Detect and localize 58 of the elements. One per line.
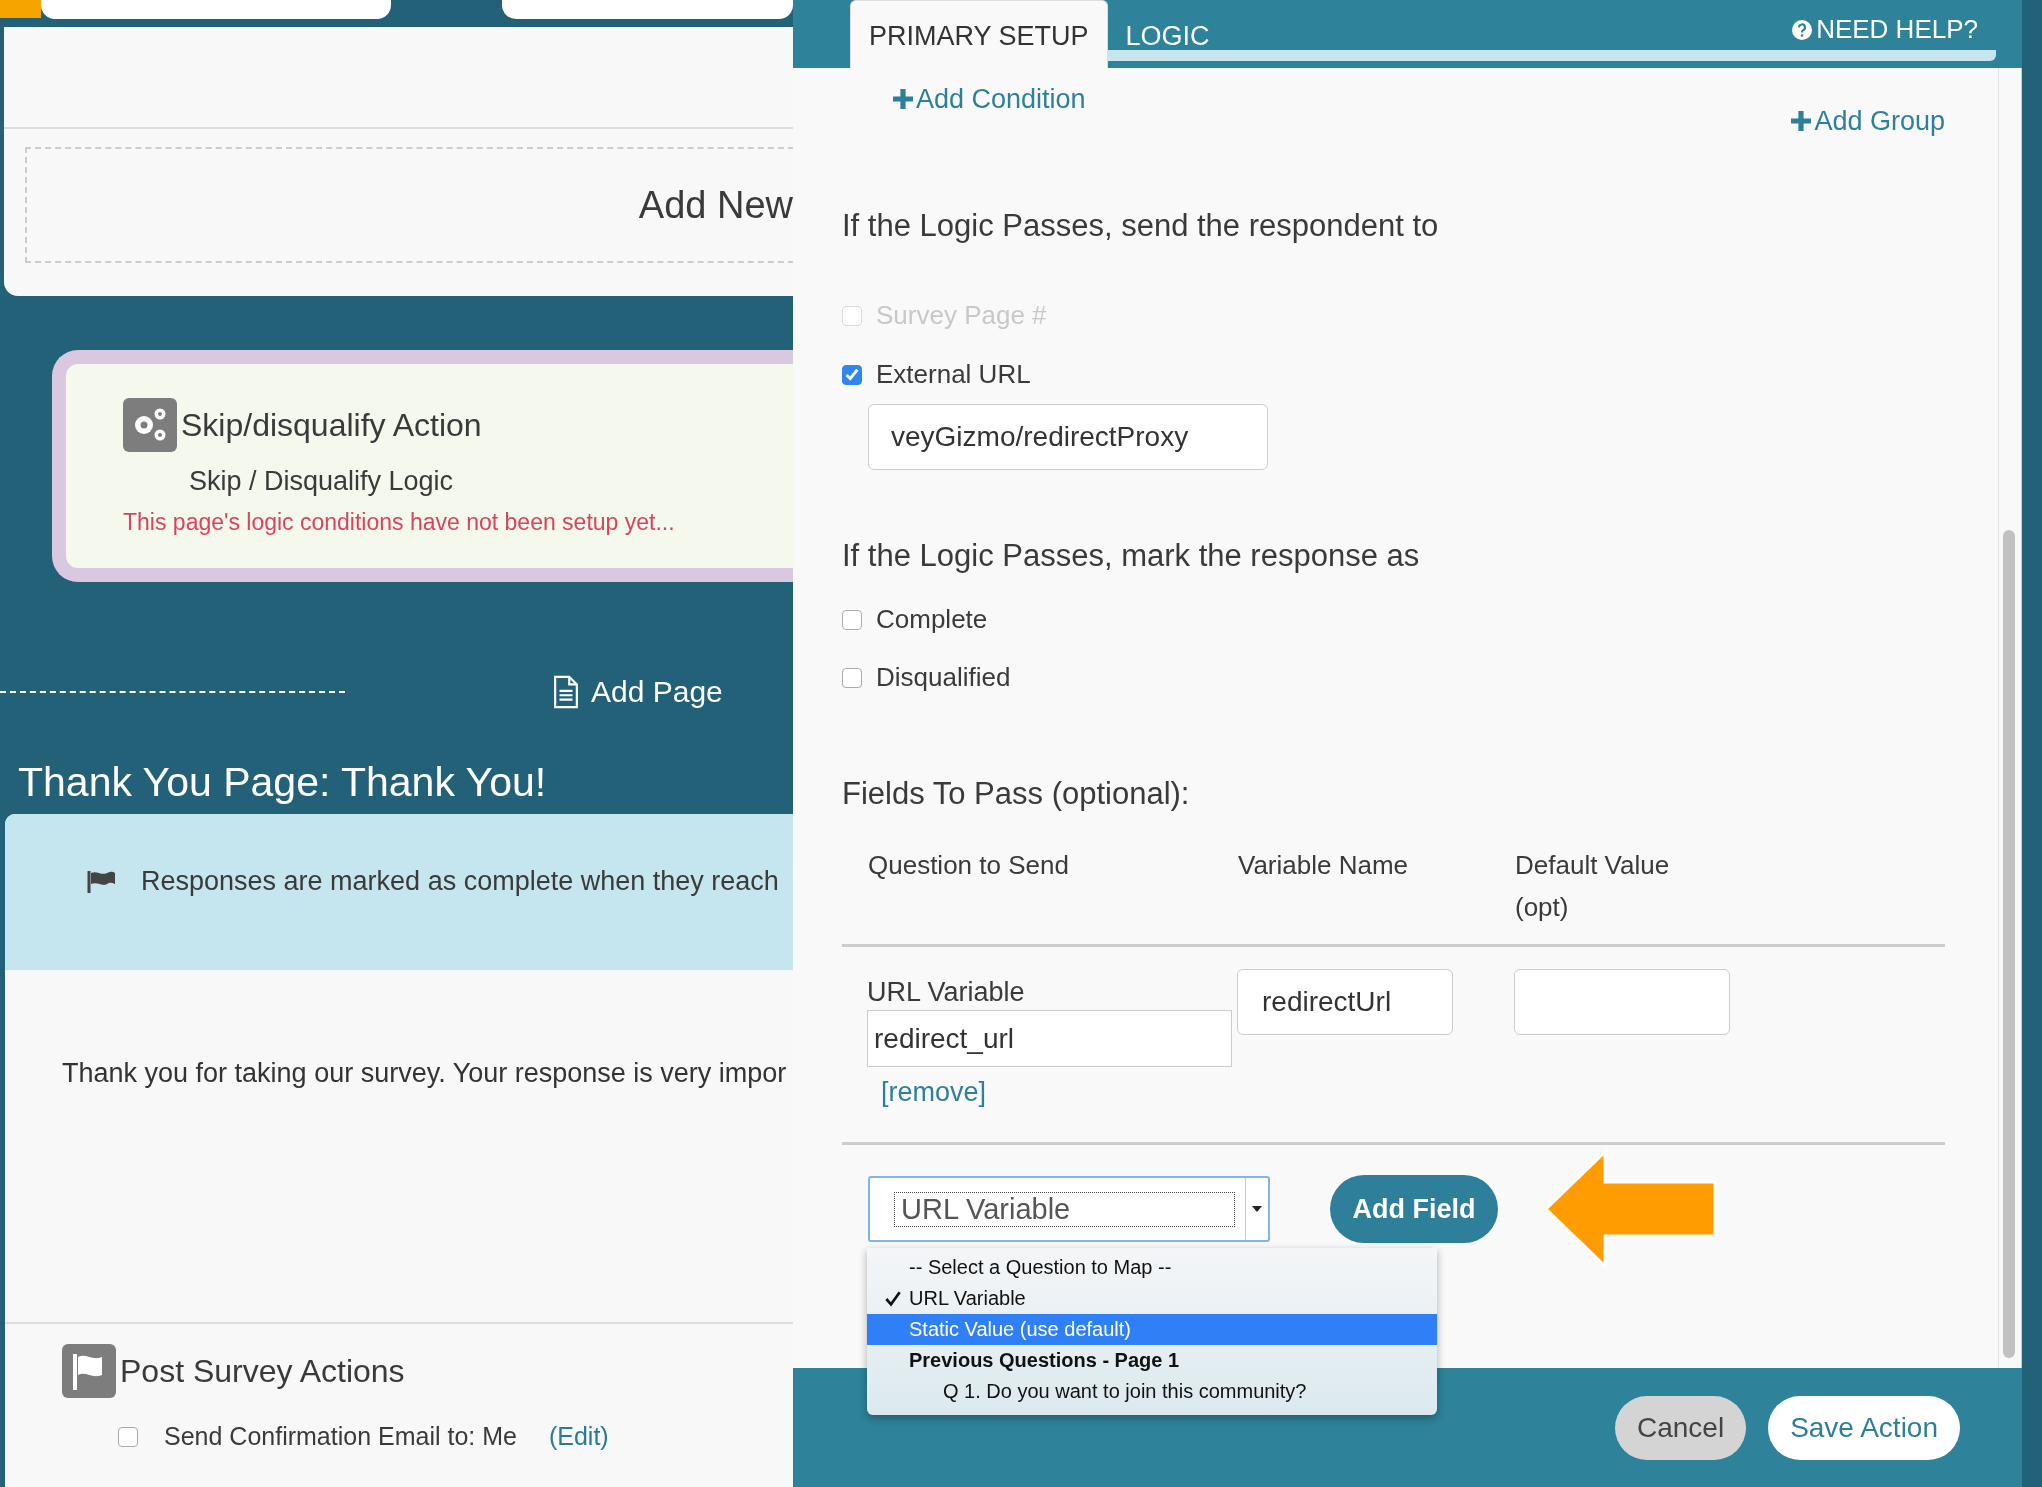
plus-icon: [893, 89, 913, 109]
cancel-button[interactable]: Cancel: [1614, 1395, 1747, 1460]
column-header: Question to Send: [868, 849, 1070, 882]
option-label: External URL: [876, 359, 1031, 390]
column-header: Variable Name: [1238, 849, 1410, 882]
checkbox[interactable]: [842, 364, 862, 385]
add-page-link[interactable]: Add Page: [553, 675, 723, 709]
edit-link[interactable]: (Edit): [548, 1422, 609, 1451]
question-label: URL Variable: [867, 977, 1025, 1009]
header-tab[interactable]: [40, 0, 391, 19]
section-heading: If the Logic Passes, send the respondent to: [842, 208, 1440, 244]
document-icon: [553, 675, 579, 709]
section-title: Post Survey Actions: [120, 1352, 405, 1390]
tab[interactable]: LOGIC: [1107, 0, 1228, 68]
page-title: Thank You Page: Thank You!: [18, 759, 548, 806]
column-header: Default Value (opt): [1515, 849, 1671, 924]
menu-group-header: Previous Questions - Page 1: [908, 1348, 1181, 1373]
warning-text: This page's logic conditions have not been setup yet...: [123, 509, 676, 536]
action-subtitle: Skip / Disqualify Logic: [189, 466, 455, 497]
help-icon: [1792, 19, 1813, 40]
add-page-label: Add Page: [591, 675, 723, 709]
notice-text: Responses are marked as complete when they reach: [141, 866, 779, 897]
menu-item[interactable]: URL Variable: [867, 1283, 1437, 1314]
action-title: Skip/disqualify Action: [181, 406, 482, 444]
plus-icon: [1791, 111, 1812, 131]
variable-field[interactable]: redirectUrl: [1237, 969, 1453, 1036]
checkbox[interactable]: [842, 667, 862, 688]
section-heading: Fields To Pass (optional):: [842, 776, 1191, 812]
action-label: Send Confirmation Email to: Me: [164, 1422, 517, 1451]
checkbox[interactable]: [118, 1426, 138, 1447]
flag-icon: [62, 1344, 116, 1398]
add-new-label: Add New: [638, 183, 793, 227]
add-field-button[interactable]: Add Field: [1330, 1175, 1498, 1244]
logo-corner: [0, 0, 41, 18]
tab[interactable]: PRIMARY SETUP: [850, 0, 1108, 68]
url-field[interactable]: veyGizmo/redirectProxy: [868, 404, 1268, 470]
gears-icon: [123, 398, 177, 452]
default-value-field[interactable]: [1514, 969, 1730, 1036]
thank-you-message: Thank you for taking our survey. Your response is very impor: [62, 1058, 788, 1089]
flag-icon: [87, 870, 117, 894]
section-heading: If the Logic Passes, mark the response as: [842, 538, 1421, 574]
check-icon: [885, 1290, 901, 1307]
add-group-link[interactable]: Add Group: [1791, 104, 1945, 138]
scrollbar-thumb[interactable]: [2003, 530, 2015, 1358]
option-label: Complete: [876, 604, 988, 635]
header-tab[interactable]: [501, 0, 793, 19]
question-select[interactable]: URL Variable: [868, 1176, 1270, 1243]
menu-item[interactable]: Q 1. Do you want to join this community?: [867, 1376, 1437, 1407]
checkbox[interactable]: [842, 609, 862, 630]
option-label: Disqualified: [876, 662, 1011, 693]
menu-item[interactable]: -- Select a Question to Map --: [867, 1252, 1437, 1283]
question-field[interactable]: redirect_url: [867, 1010, 1232, 1068]
arrow-icon: [1543, 1149, 1719, 1270]
save-button[interactable]: Save Action: [1768, 1395, 1960, 1460]
remove-link[interactable]: [remove]: [881, 1077, 987, 1109]
menu-item[interactable]: Static Value (use default): [867, 1314, 1437, 1345]
add-condition-link[interactable]: Add Condition: [893, 82, 1086, 116]
caret-icon: [1252, 1206, 1262, 1213]
